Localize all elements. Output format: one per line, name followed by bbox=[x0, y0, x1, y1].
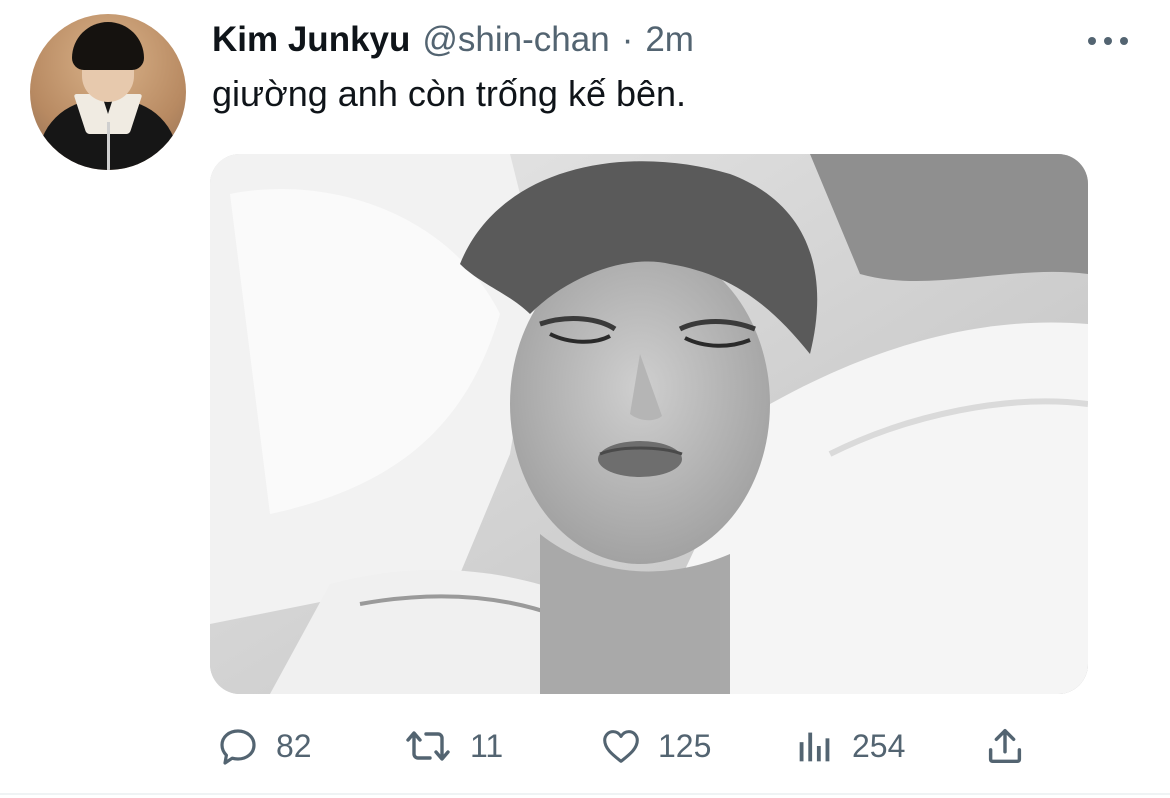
heart-icon bbox=[603, 730, 639, 763]
reply-bubble-icon bbox=[220, 729, 256, 765]
reply-count: 82 bbox=[276, 727, 312, 764]
share-upload-icon bbox=[988, 728, 1022, 764]
tweet-header: Kim Junkyu @shin-chan · 2m bbox=[212, 20, 694, 60]
like-button[interactable]: 125 bbox=[598, 720, 711, 772]
tweet-card[interactable]: Kim Junkyu @shin-chan · 2m giường anh cò… bbox=[0, 0, 1170, 798]
tweet-photo[interactable] bbox=[210, 154, 1088, 694]
header-separator: · bbox=[621, 20, 634, 59]
dot bbox=[1088, 37, 1096, 45]
dot bbox=[1104, 37, 1112, 45]
more-dots-icon[interactable] bbox=[1088, 34, 1128, 48]
bar-chart-icon bbox=[799, 732, 830, 762]
retweet-button[interactable]: 11 bbox=[400, 720, 503, 772]
retweet-arrows-icon bbox=[406, 731, 450, 761]
author-name[interactable]: Kim Junkyu bbox=[212, 20, 410, 60]
tweet-divider bbox=[0, 793, 1170, 795]
tweet-timestamp[interactable]: 2m bbox=[645, 20, 694, 60]
reply-button[interactable]: 82 bbox=[214, 720, 312, 772]
retweet-count: 11 bbox=[470, 727, 504, 764]
tweet-actions: 82 11 125 254 bbox=[0, 720, 1170, 772]
views-count: 254 bbox=[852, 727, 906, 764]
dot bbox=[1120, 37, 1128, 45]
tweet-text: giường anh còn trống kế bên. bbox=[212, 73, 687, 114]
share-button[interactable] bbox=[982, 720, 1028, 772]
avatar-hair bbox=[72, 22, 144, 70]
views-button[interactable]: 254 bbox=[792, 720, 905, 772]
photo-illustration bbox=[210, 154, 1088, 694]
avatar[interactable] bbox=[30, 14, 186, 170]
like-count: 125 bbox=[658, 727, 712, 764]
author-handle[interactable]: @shin-chan bbox=[422, 20, 609, 60]
avatar-zip bbox=[107, 122, 110, 170]
